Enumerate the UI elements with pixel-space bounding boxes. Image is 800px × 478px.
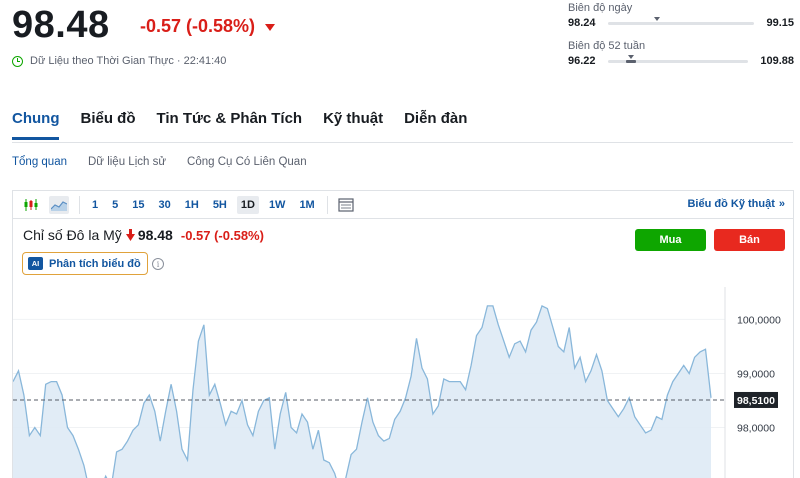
interval-15[interactable]: 15 bbox=[128, 196, 148, 214]
instrument-name: Chỉ số Đô la Mỹ bbox=[23, 227, 122, 243]
toolbar-separator bbox=[79, 195, 80, 214]
interval-1m[interactable]: 1M bbox=[295, 196, 318, 214]
toolbar-separator bbox=[326, 195, 328, 214]
week52-range-marker-icon bbox=[628, 54, 635, 59]
technical-chart-link[interactable]: Biểu đồ Kỹ thuật » bbox=[687, 198, 785, 210]
tab-bieu-do[interactable]: Biểu đồ bbox=[80, 110, 135, 140]
tab-chung[interactable]: Chung bbox=[12, 110, 60, 140]
subtab-cong-cu[interactable]: Công Cụ Có Liên Quan bbox=[187, 156, 307, 168]
day-range-high: 99.15 bbox=[766, 17, 794, 29]
interval-5[interactable]: 5 bbox=[108, 196, 122, 214]
chart-widget: 1 5 15 30 1H 5H 1D 1W 1M Biểu đồ Kỹ thuậ… bbox=[12, 190, 794, 478]
table-view-icon[interactable] bbox=[336, 196, 356, 214]
instrument-change: -0.57 (-0.58%) bbox=[180, 227, 264, 243]
subtab-tong-quan[interactable]: Tổng quan bbox=[12, 156, 67, 168]
double-chevron-right-icon: » bbox=[778, 198, 785, 210]
sub-tabs: Tổng quan Dữ liệu Lịch sử Công Cụ Có Liê… bbox=[12, 156, 307, 168]
y-tick-label: 99,0000 bbox=[737, 368, 775, 380]
arrow-down-icon bbox=[125, 229, 135, 241]
week52-range-label: Biên độ 52 tuần bbox=[568, 40, 646, 52]
current-price-label: 98,5100 bbox=[737, 395, 775, 407]
main-tabs: Chung Biểu đồ Tin Tức & Phân Tích Kỹ thu… bbox=[12, 110, 467, 140]
week52-range-low: 96.22 bbox=[568, 55, 596, 67]
price-change-value: -0.57 (-0.58%) bbox=[140, 16, 256, 36]
y-tick-label: 100,0000 bbox=[737, 314, 781, 326]
week52-range-fill bbox=[626, 59, 637, 63]
technical-chart-link-label: Biểu đồ Kỹ thuật bbox=[687, 198, 775, 210]
interval-30[interactable]: 30 bbox=[155, 196, 175, 214]
instrument-price: 98.48 bbox=[137, 227, 173, 243]
day-range-track bbox=[607, 16, 755, 25]
area-chart-icon[interactable] bbox=[49, 195, 69, 214]
week52-range-track bbox=[607, 54, 749, 63]
candlestick-icon[interactable] bbox=[21, 196, 41, 214]
day-range-marker-icon bbox=[654, 16, 661, 21]
price-chart[interactable]: 100,000099,000098,000097,0000 98,5100 bbox=[13, 287, 793, 478]
instrument-row: Chỉ số Đô la Mỹ 98.48 -0.57 (-0.58%) bbox=[23, 227, 264, 243]
day-range-label: Biên độ ngày bbox=[568, 2, 633, 14]
interval-1d[interactable]: 1D bbox=[236, 195, 259, 214]
tabs-divider bbox=[12, 142, 793, 143]
interval-1w[interactable]: 1W bbox=[265, 196, 290, 214]
ai-chart-analysis-label: Phân tích biểu đồ bbox=[49, 257, 141, 270]
sell-button[interactable]: Bán bbox=[714, 229, 785, 251]
day-range-low: 98.24 bbox=[568, 17, 596, 29]
tab-dien-dan[interactable]: Diễn đàn bbox=[404, 110, 467, 140]
interval-1h[interactable]: 1H bbox=[181, 196, 203, 214]
interval-5h[interactable]: 5H bbox=[209, 196, 231, 214]
week52-range: Biên độ 52 tuần 96.22 109.88 bbox=[568, 40, 794, 67]
ai-chart-analysis-button[interactable]: AI Phân tích biểu đồ bbox=[22, 252, 148, 275]
chart-toolbar: 1 5 15 30 1H 5H 1D 1W 1M Biểu đồ Kỹ thuậ… bbox=[13, 191, 793, 219]
realtime-text: Dữ Liệu theo Thời Gian Thực · 22:41:40 bbox=[30, 55, 227, 67]
tab-tin-tuc[interactable]: Tin Tức & Phân Tích bbox=[156, 110, 302, 140]
realtime-status: Dữ Liệu theo Thời Gian Thực · 22:41:40 bbox=[12, 55, 226, 67]
current-price: 98.48 bbox=[12, 4, 110, 46]
down-triangle-icon bbox=[265, 24, 276, 31]
interval-1[interactable]: 1 bbox=[88, 196, 102, 214]
buy-button[interactable]: Mua bbox=[635, 229, 706, 251]
clock-icon bbox=[12, 55, 23, 67]
tab-ky-thuat[interactable]: Kỹ thuật bbox=[323, 110, 383, 140]
info-icon[interactable]: i bbox=[152, 258, 164, 270]
y-tick-label: 98,0000 bbox=[737, 423, 775, 435]
ai-icon: AI bbox=[28, 257, 43, 270]
week52-range-high: 109.88 bbox=[760, 55, 794, 67]
price-change: -0.57 (-0.58%) bbox=[140, 16, 276, 37]
subtab-du-lieu-lich-su[interactable]: Dữ liệu Lịch sử bbox=[88, 156, 166, 168]
day-range: Biên độ ngày 98.24 99.15 bbox=[568, 2, 794, 29]
